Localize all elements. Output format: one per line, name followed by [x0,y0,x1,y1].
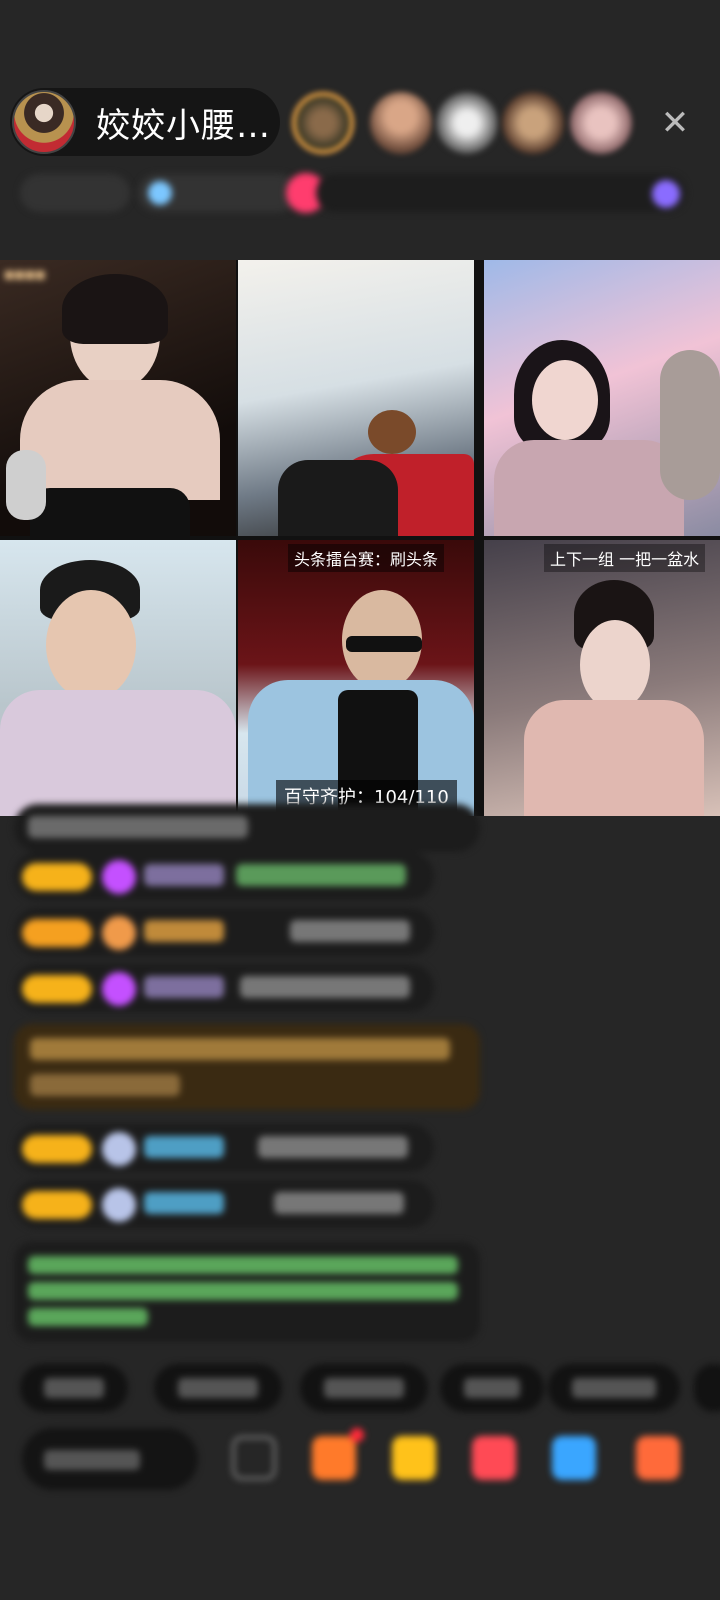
chat-message [14,1124,434,1172]
sunglasses-shape [346,636,422,652]
video-cell[interactable]: 头条擂台赛：刷头条 百守齐护：104/110 [238,540,474,816]
close-icon[interactable]: ✕ [652,100,698,146]
towel-shape [524,700,704,816]
quick-reply-row [20,1364,720,1416]
quick-reply-button[interactable] [20,1364,128,1412]
video-cell[interactable] [0,540,236,816]
username[interactable] [144,1136,224,1158]
background-figure [660,350,720,500]
gem-icon [102,860,136,894]
guest-figure [532,360,598,440]
video-cell[interactable] [484,260,720,536]
multi-guest-video-grid: ■■■■ 头条擂台赛：刷头条 百守齐护：104/110 上下一组 一把一盆水 [0,260,720,816]
viewer-avatar[interactable] [502,92,564,154]
username[interactable] [144,920,224,942]
guest-figure [580,620,650,710]
chat-message [14,804,480,852]
gift-icon[interactable] [392,1436,436,1480]
level-badge [22,1191,92,1219]
fan-icon [102,916,136,950]
heart-icon[interactable] [472,1436,516,1480]
comment-input[interactable] [22,1428,198,1490]
chat-message [14,1180,434,1228]
username[interactable] [144,864,224,886]
system-notice [14,1242,480,1342]
level-badge [22,1135,92,1163]
level-badge [22,975,92,1003]
viewer-avatar[interactable] [370,92,432,154]
viewer-avatar[interactable] [436,92,498,154]
guest-figure [46,590,136,700]
gem-icon [102,972,136,1006]
shoulders-shape [20,380,220,500]
viewer-avatar[interactable] [292,92,354,154]
announcement-ticker[interactable] [316,174,686,212]
message-icon[interactable] [232,1436,276,1480]
dress-shape [30,488,190,536]
video-cell[interactable]: ■■■■ [0,260,236,536]
chat-message [14,852,434,900]
highlight-message [14,1024,480,1110]
rank-chip[interactable] [20,174,130,212]
gift-box-icon[interactable] [312,1428,364,1480]
quick-reply-button[interactable] [694,1364,720,1412]
username[interactable] [144,976,224,998]
bottom-toolbar [0,1424,720,1508]
user-icon [102,1188,136,1222]
username[interactable] [144,1192,224,1214]
quick-reply-button[interactable] [300,1364,428,1412]
quick-reply-button[interactable] [440,1364,544,1412]
level-badge [22,863,92,891]
share-icon[interactable] [552,1436,596,1480]
chat-message [14,964,434,1012]
hair-shape [62,274,168,344]
fans-chip[interactable] [138,174,298,212]
viewer-avatar[interactable] [570,92,632,154]
microphone-shape [6,450,46,520]
host-info-pill[interactable]: 姣姣小腰… [10,88,280,156]
more-icon[interactable] [636,1436,680,1480]
chat-message [14,908,434,956]
quick-reply-button[interactable] [548,1364,680,1412]
video-cell[interactable] [238,260,474,536]
cell-title-tag: 头条擂台赛：刷头条 [288,544,445,572]
cell-title-tag: 上下一组 一把一盆水 [544,544,706,572]
host-name: 姣姣小腰… [96,105,271,146]
quick-reply-button[interactable] [154,1364,282,1412]
video-cell[interactable]: 上下一组 一把一盆水 [484,540,720,816]
towel-shape [494,440,684,536]
towel-shape [0,690,236,816]
level-badge [22,919,92,947]
corner-label: ■■■■ [4,268,46,281]
user-icon [102,1132,136,1166]
host-avatar[interactable] [12,90,76,154]
teddy-bear-shape [368,410,416,454]
stream-info-row [20,170,686,216]
hair-shape [278,460,398,536]
